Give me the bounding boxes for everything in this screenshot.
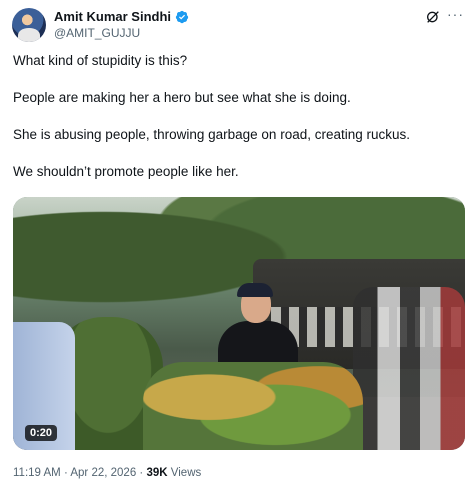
meta-separator: · xyxy=(63,467,68,479)
views-count: 39K xyxy=(146,467,168,479)
grok-icon[interactable] xyxy=(425,9,441,25)
video-player[interactable]: 0:20 xyxy=(13,197,465,450)
tweet-time[interactable]: 11:19 AM xyxy=(13,467,61,479)
author-handle[interactable]: @AMIT_GUJJU xyxy=(54,26,140,40)
tweet-header: Amit Kumar Sindhi @AMIT_GUJJU ··· xyxy=(12,7,463,44)
video-scene-crowd xyxy=(353,287,465,450)
tweet-date[interactable]: Apr 22, 2026 xyxy=(70,467,136,479)
tweet-text: What kind of stupidity is this? People a… xyxy=(13,52,463,200)
tweet-paragraph: She is abusing people, throwing garbage … xyxy=(13,127,411,142)
video-scene-woman-cap xyxy=(237,283,273,297)
meta-separator: · xyxy=(139,467,144,479)
avatar[interactable] xyxy=(12,8,46,42)
author-name-row: Amit Kumar Sindhi xyxy=(54,9,189,24)
tweet-paragraph: We shouldn’t promote people like her. xyxy=(13,164,239,179)
tweet-paragraph: People are making her a hero but see wha… xyxy=(13,90,351,105)
tweet-meta: 11:19 AM · Apr 22, 2026 · 39K Views xyxy=(13,467,201,479)
author-display-name[interactable]: Amit Kumar Sindhi xyxy=(54,9,171,24)
tweet-paragraph: What kind of stupidity is this? xyxy=(13,53,188,68)
video-scene-shrubs xyxy=(143,362,363,450)
verified-badge-icon xyxy=(175,10,189,23)
views-label: Views xyxy=(170,467,202,479)
video-duration-badge: 0:20 xyxy=(25,425,58,441)
more-icon[interactable]: ··· xyxy=(447,7,463,24)
